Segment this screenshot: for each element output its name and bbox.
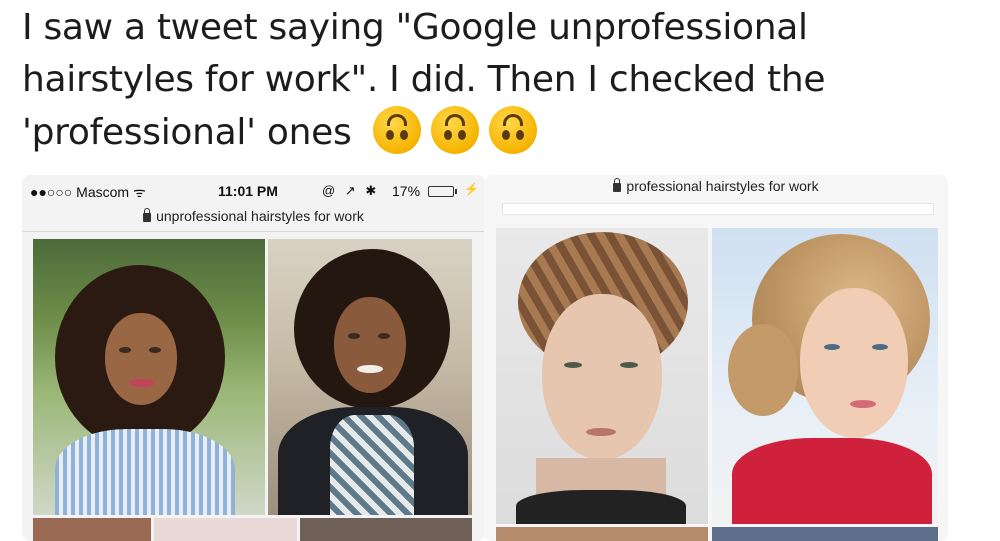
- tweet-text: I saw a tweet saying "Google unprofessio…: [22, 2, 982, 159]
- eye: [149, 347, 161, 353]
- status-time: 11:01 PM: [218, 183, 278, 199]
- phone-status-bar: ●●○○○ Mascom ᯤ 11:01 PM @ ↗ ✱ 17% ⚡: [22, 181, 485, 201]
- striped-shirt: [55, 429, 235, 515]
- address-bar[interactable]: professional hairstyles for work: [484, 178, 948, 194]
- search-result-image[interactable]: [712, 228, 938, 524]
- tweet-body: I saw a tweet saying "Google unprofessio…: [22, 7, 826, 153]
- eye: [378, 333, 390, 339]
- search-result-image[interactable]: [300, 518, 472, 541]
- lips: [850, 400, 876, 408]
- eye: [824, 344, 840, 350]
- upside-down-face-emoji-icon: [488, 106, 537, 154]
- eye: [348, 333, 360, 339]
- black-top: [516, 490, 686, 524]
- address-bar[interactable]: unprofessional hairstyles for work: [22, 208, 485, 224]
- address-bar-url: professional hairstyles for work: [626, 178, 819, 194]
- address-bar-url: unprofessional hairstyles for work: [156, 208, 364, 224]
- address-bar-divider: [22, 231, 485, 232]
- face: [105, 313, 177, 405]
- search-result-image[interactable]: [712, 527, 938, 541]
- eye: [620, 362, 638, 368]
- upside-down-face-emoji-icon: [372, 106, 421, 154]
- charging-bolt-icon: ⚡: [464, 182, 479, 196]
- red-shirt: [732, 438, 932, 524]
- search-result-image[interactable]: [33, 239, 265, 515]
- eye: [119, 347, 131, 353]
- status-icons: @ ↗ ✱: [322, 183, 380, 198]
- eye: [872, 344, 888, 350]
- search-result-image[interactable]: [154, 518, 297, 541]
- carrier-signal: ●●○○○ Mascom ᯤ: [30, 184, 146, 200]
- battery-percentage: 17%: [392, 183, 421, 199]
- search-result-image[interactable]: [33, 518, 151, 541]
- professional-search-screenshot[interactable]: professional hairstyles for work: [484, 175, 948, 541]
- search-result-image[interactable]: [268, 239, 472, 515]
- face: [334, 297, 406, 393]
- lock-icon: [143, 208, 152, 222]
- upside-down-face-emoji-icon: [430, 106, 479, 154]
- search-field[interactable]: [502, 203, 934, 215]
- battery-icon: [428, 186, 454, 197]
- search-result-image[interactable]: [496, 527, 708, 541]
- eye: [564, 362, 582, 368]
- lips: [129, 379, 155, 387]
- patterned-blouse: [330, 415, 414, 515]
- search-result-image[interactable]: [496, 228, 708, 524]
- unprofessional-search-screenshot[interactable]: ●●○○○ Mascom ᯤ 11:01 PM @ ↗ ✱ 17% ⚡ unpr…: [22, 175, 485, 541]
- battery-tip: [455, 189, 457, 194]
- lips: [586, 428, 616, 436]
- smile: [357, 365, 383, 373]
- hair-bun: [728, 324, 798, 416]
- face: [800, 288, 908, 438]
- lock-icon: [613, 178, 622, 192]
